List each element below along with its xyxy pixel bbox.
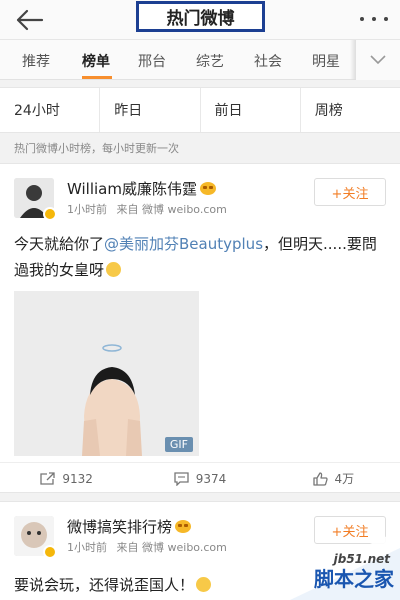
top-bar: 热门微博 [0, 0, 400, 40]
tab-society[interactable]: 社会 [254, 51, 282, 71]
username[interactable]: 微博搞笑排行榜 [67, 516, 192, 537]
emoji-icon [196, 577, 212, 592]
tab-recommend[interactable]: 推荐 [22, 51, 50, 71]
filter-day-before[interactable]: 前日 [201, 88, 301, 132]
gif-tag: GIF [164, 437, 193, 452]
emoji-icon [106, 262, 122, 277]
thumbs-up-icon [312, 471, 328, 486]
filter-24h[interactable]: 24小时 [0, 88, 101, 132]
site-watermark: jb51.net 脚本之家 [250, 530, 400, 600]
tab-xingtai[interactable]: 邢台 [138, 51, 166, 71]
page-title: 热门微博 [136, 1, 265, 32]
filter-weekly[interactable]: 周榜 [301, 88, 400, 132]
verified-badge-icon [43, 545, 57, 559]
post-text-part: 今天就給你了 [14, 235, 105, 253]
post-source: 来自 微博 weibo.com [116, 541, 227, 554]
post-time: 1小时前 [67, 203, 107, 216]
post-actions: 9132 9374 4万 [0, 462, 400, 494]
more-options-icon[interactable] [360, 14, 388, 24]
repost-count: 9132 [62, 471, 93, 486]
category-tabs: 推荐 榜单 邢台 综艺 社会 明星 [0, 40, 400, 80]
repost-button[interactable]: 9132 [0, 463, 133, 494]
post-media[interactable]: GIF [14, 291, 199, 456]
vip-emoji-icon [199, 182, 216, 195]
weibo-hot-page: 热门微博 推荐 榜单 邢台 综艺 社会 明星 24小时 昨日 前日 周榜 热门微… [0, 0, 400, 600]
comment-icon [174, 471, 189, 486]
tab-rankings[interactable]: 榜单 [82, 51, 110, 71]
tab-celebrity[interactable]: 明星 [312, 51, 340, 71]
chevron-down-icon[interactable] [356, 40, 400, 80]
username-text: 微博搞笑排行榜 [67, 518, 173, 536]
post-meta: 1小时前 来自 微博 weibo.com [67, 201, 233, 217]
comment-button[interactable]: 9374 [133, 463, 266, 494]
repost-icon [40, 471, 56, 485]
feed-card: William威廉陈伟霆 1小时前 来自 微博 weibo.com +关注 今天… [0, 163, 400, 493]
filter-yesterday[interactable]: 昨日 [100, 88, 201, 132]
back-arrow-icon[interactable] [14, 8, 44, 32]
watermark-text: 脚本之家 [314, 567, 394, 591]
verified-badge-icon [43, 207, 57, 221]
tab-variety[interactable]: 综艺 [196, 51, 224, 71]
follow-button[interactable]: +关注 [314, 178, 386, 206]
feed-card: 微博搞笑排行榜 1小时前 来自 微博 weibo.com +关注 要说会玩，还得… [0, 501, 400, 600]
username[interactable]: William威廉陈伟霆 [67, 178, 216, 199]
comment-count: 9374 [195, 471, 227, 486]
post-text: 今天就給你了@美丽加芬Beautyplus，但明天.....要問過我的女皇呀 [14, 231, 386, 283]
vip-emoji-icon [175, 520, 192, 533]
time-filter-bar: 24小时 昨日 前日 周榜 [0, 87, 400, 133]
update-hint: 热门微博小时榜，每小时更新一次 [14, 142, 179, 155]
like-count: 4万 [334, 472, 355, 486]
post-time: 1小时前 [67, 541, 107, 554]
post-meta: 1小时前 来自 微博 weibo.com [67, 539, 233, 555]
like-button[interactable]: 4万 [267, 463, 400, 494]
username-text: William威廉陈伟霆 [67, 180, 197, 198]
active-tab-indicator [82, 76, 112, 79]
mention-link[interactable]: @美丽加芬Beautyplus [104, 235, 263, 253]
post-source: 来自 微博 weibo.com [116, 203, 227, 216]
post-text: 要说会玩，还得说歪国人！ [14, 574, 212, 595]
post-text-part: 要说会玩，还得说歪国人！ [14, 576, 195, 594]
